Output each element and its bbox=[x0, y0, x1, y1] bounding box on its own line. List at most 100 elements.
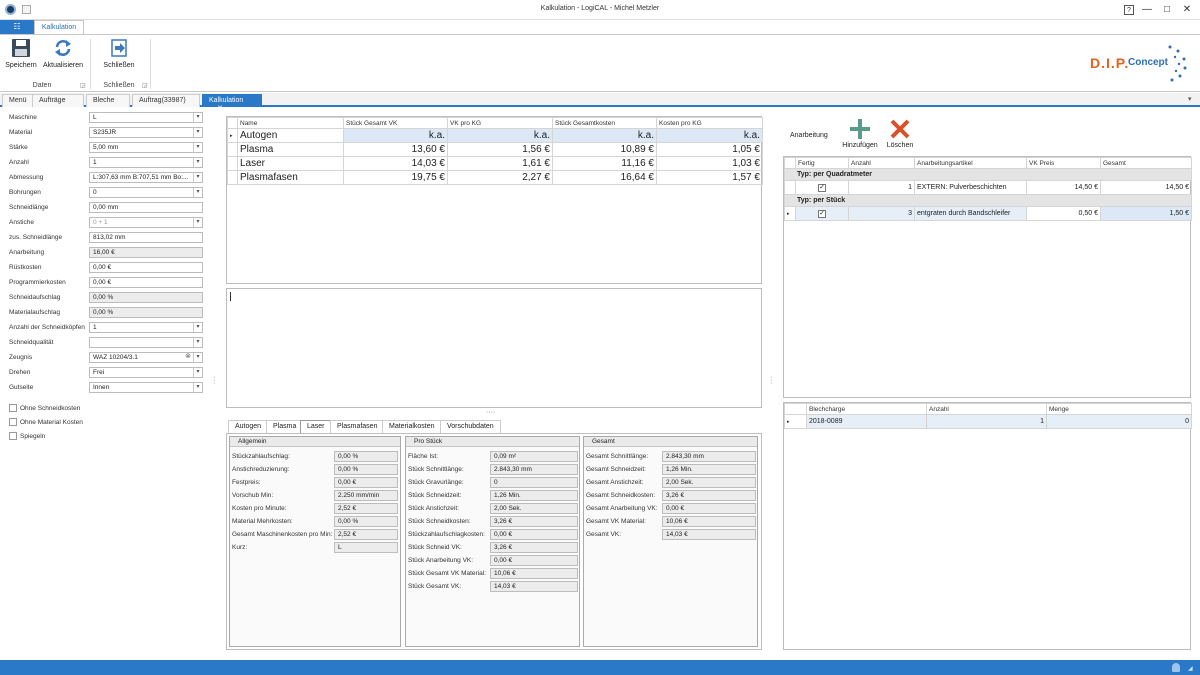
form-field[interactable]: S235JR ▾ bbox=[89, 127, 203, 138]
file-tab[interactable]: ☷ bbox=[0, 20, 34, 34]
cell-anzahl[interactable]: 1 bbox=[848, 180, 915, 195]
form-field[interactable]: 0 ▾ bbox=[89, 187, 203, 198]
table-cell[interactable]: 14,03 € bbox=[343, 156, 448, 171]
detail-tab-vorschubdaten[interactable]: Vorschubdaten bbox=[440, 420, 501, 433]
cell-anzahl[interactable]: 3 bbox=[848, 206, 915, 221]
table-cell[interactable]: 1,61 € bbox=[447, 156, 553, 171]
table-cell[interactable]: k.a. bbox=[656, 128, 763, 143]
table-cell[interactable]: k.a. bbox=[552, 128, 657, 143]
form-field[interactable]: L ▾ bbox=[89, 112, 203, 123]
checkbox-ohne-material-kosten[interactable]: Ohne Material Kosten bbox=[9, 418, 83, 426]
doc-tab-bleche[interactable]: Bleche bbox=[86, 94, 130, 107]
dropdown-chevron-icon[interactable]: ▾ bbox=[193, 113, 202, 122]
maximize-button[interactable]: □ bbox=[1160, 3, 1174, 17]
column-header-anarbeitungsartikel[interactable]: Anarbeitungsartikel bbox=[914, 157, 1027, 169]
splitter-handle-left[interactable]: · · · bbox=[213, 374, 215, 387]
cell-fertig[interactable]: ✓ bbox=[795, 206, 849, 221]
form-field[interactable]: 0,00 € bbox=[89, 277, 203, 288]
table-cell[interactable]: Autogen bbox=[237, 128, 344, 143]
table-cell[interactable]: Plasma bbox=[237, 142, 344, 157]
form-field[interactable]: Innen ▾ bbox=[89, 382, 203, 393]
cell-vk-preis[interactable]: 0,50 € bbox=[1026, 206, 1101, 221]
resize-grip-icon[interactable]: ◢ bbox=[1188, 665, 1193, 672]
form-field[interactable]: 0,00 € bbox=[89, 262, 203, 273]
table-row[interactable]: Laser 14,03 €1,61 €11,16 €1,03 € bbox=[227, 156, 763, 171]
table-cell[interactable]: Plasmafasen bbox=[237, 170, 344, 185]
table-cell[interactable]: k.a. bbox=[447, 128, 553, 143]
form-field[interactable]: L:307,63 mm B:707,51 mm Bo:... ▾ bbox=[89, 172, 203, 183]
delete-button[interactable]: Löschen bbox=[882, 118, 918, 149]
tab-overflow-chevron-icon[interactable]: ▾ bbox=[1188, 95, 1192, 103]
form-field[interactable]: 0 + 1 ▾ bbox=[89, 217, 203, 228]
dropdown-chevron-icon[interactable]: ▾ bbox=[193, 383, 202, 392]
column-header-blechcharge[interactable]: Blechcharge bbox=[806, 403, 927, 415]
dropdown-chevron-icon[interactable]: ▾ bbox=[193, 158, 202, 167]
form-field[interactable]: 1 ▾ bbox=[89, 157, 203, 168]
group-row[interactable]: Typ: per Quadratmeter bbox=[784, 168, 1192, 181]
checkbox-checked-icon[interactable]: ✓ bbox=[818, 183, 826, 192]
dropdown-chevron-icon[interactable]: ▾ bbox=[193, 218, 202, 227]
table-row-selected[interactable]: ▸ 2018-0089 1 0 bbox=[784, 414, 1192, 429]
table-row[interactable]: Plasma 13,60 €1,56 €10,89 €1,05 € bbox=[227, 142, 763, 157]
column-header-menge[interactable]: Menge bbox=[1046, 403, 1192, 415]
column-header-fertig[interactable]: Fertig bbox=[795, 157, 849, 169]
detail-tab-autogen[interactable]: Autogen bbox=[228, 420, 269, 433]
detail-tab-plasmafasen[interactable]: Plasmafasen bbox=[330, 420, 385, 433]
notes-textarea[interactable] bbox=[226, 288, 762, 408]
table-cell[interactable]: 2,27 € bbox=[447, 170, 553, 185]
refresh-button[interactable]: Aktualisieren bbox=[40, 38, 86, 72]
form-field[interactable]: 813,02 mm bbox=[89, 232, 203, 243]
table-cell[interactable]: 1,03 € bbox=[656, 156, 763, 171]
column-header-vk-pro-kg[interactable]: VK pro KG bbox=[447, 117, 553, 129]
save-button[interactable]: Speichern bbox=[4, 38, 38, 72]
checkbox-box[interactable] bbox=[9, 404, 17, 412]
table-row[interactable]: ▸ Autogen k.a. k.a. k.a. k.a. bbox=[227, 128, 763, 143]
table-row[interactable]: Plasmafasen 19,75 €2,27 €16,64 €1,57 € bbox=[227, 170, 763, 185]
form-field[interactable]: 0,00 mm bbox=[89, 202, 203, 213]
column-header-anzahl[interactable]: Anzahl bbox=[848, 157, 915, 169]
dropdown-chevron-icon[interactable]: ▾ bbox=[193, 128, 202, 137]
dropdown-chevron-icon[interactable]: ▾ bbox=[193, 338, 202, 347]
checkbox-ohne-schneidkosten[interactable]: Ohne Schneidkosten bbox=[9, 404, 80, 412]
table-cell[interactable]: 1,56 € bbox=[447, 142, 553, 157]
cell-menge[interactable]: 0 bbox=[1046, 414, 1192, 429]
cell-anzahl[interactable]: 1 bbox=[926, 414, 1047, 429]
cell-artikel[interactable]: entgraten durch Bandschleifer bbox=[914, 206, 1027, 221]
form-field[interactable]: 0,00 % bbox=[89, 292, 203, 303]
detail-tab-plasma[interactable]: Plasma bbox=[266, 420, 304, 433]
column-header-stueck-gesamt-vk[interactable]: Stück Gesamt VK bbox=[343, 117, 448, 129]
checkbox-box[interactable] bbox=[9, 418, 17, 426]
table-row-selected[interactable]: ▸ ✓ 3 entgraten durch Bandschleifer 0,50… bbox=[784, 206, 1192, 221]
column-header-vk-preis[interactable]: VK Preis bbox=[1026, 157, 1101, 169]
cell-artikel[interactable]: EXTERN: Pulverbeschichten bbox=[914, 180, 1027, 195]
group-daten-expand-icon[interactable]: ◲ bbox=[80, 82, 86, 89]
cell-vk-preis[interactable]: 14,50 € bbox=[1026, 180, 1101, 195]
form-field[interactable]: Frei ▾ bbox=[89, 367, 203, 378]
cell-blechcharge[interactable]: 2018-0089 bbox=[806, 414, 927, 429]
close-button[interactable]: ✕ bbox=[1180, 3, 1194, 17]
doc-tab-menu[interactable]: Menü bbox=[2, 94, 34, 107]
group-row[interactable]: Typ: per Stück bbox=[784, 194, 1192, 207]
table-cell[interactable]: 1,05 € bbox=[656, 142, 763, 157]
doc-tab-kalkulation[interactable]: Kalkulation ✕ bbox=[202, 94, 262, 112]
dropdown-chevron-icon[interactable]: ▾ bbox=[193, 188, 202, 197]
doc-tab-close-icon[interactable]: ✕ bbox=[217, 105, 223, 112]
splitter-handle-right[interactable]: · · · bbox=[770, 374, 772, 387]
table-row[interactable]: ✓ 1 EXTERN: Pulverbeschichten 14,50 € 14… bbox=[784, 180, 1192, 195]
cell-fertig[interactable]: ✓ bbox=[795, 180, 849, 195]
minimize-button[interactable]: — bbox=[1140, 3, 1154, 17]
ribbon-tab-kalkulation[interactable]: Kalkulation bbox=[34, 20, 84, 34]
cell-gesamt[interactable]: 1,50 € bbox=[1100, 206, 1192, 221]
detail-tab-materialkosten[interactable]: Materialkosten bbox=[382, 420, 442, 433]
doc-tab-auftrag[interactable]: Auftrag(33987) bbox=[132, 94, 200, 107]
form-field[interactable]: ▾ bbox=[89, 337, 203, 348]
help-button[interactable]: ? bbox=[1124, 5, 1134, 15]
table-cell[interactable]: 16,64 € bbox=[552, 170, 657, 185]
group-schliessen-expand-icon[interactable]: ◲ bbox=[142, 82, 148, 89]
table-cell[interactable]: 11,16 € bbox=[552, 156, 657, 171]
dropdown-chevron-icon[interactable]: ▾ bbox=[193, 143, 202, 152]
table-cell[interactable]: Laser bbox=[237, 156, 344, 171]
clear-icon[interactable]: ⊗ bbox=[185, 353, 191, 361]
table-cell[interactable]: 19,75 € bbox=[343, 170, 448, 185]
column-header-anzahl[interactable]: Anzahl bbox=[926, 403, 1047, 415]
